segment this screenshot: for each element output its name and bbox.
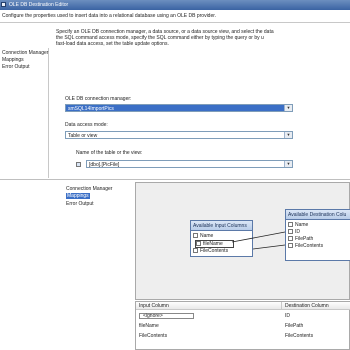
chevron-down-icon[interactable]: ▼ [284, 105, 292, 111]
table-cell: ID [285, 313, 290, 319]
screenshot-separator [0, 179, 350, 180]
access-mode-label: Data access mode: [65, 122, 108, 128]
instructions: Specify an OLE DB connection manager, a … [56, 29, 348, 47]
nav-pane: Connection Manager Mappings Error Output [0, 48, 49, 178]
table-name-label: Name of the table or the view: [76, 150, 143, 156]
mapping-line [252, 244, 286, 250]
table-cell[interactable]: <ignore> [139, 313, 194, 319]
table-cell: FileContents [285, 333, 314, 339]
nav-item-error-output[interactable]: Error Output [66, 201, 94, 207]
table-cell[interactable]: FileContents [136, 333, 167, 339]
connection-manager-label: OLE DB connection manager: [65, 96, 132, 102]
access-mode-value: Table or view [68, 133, 98, 139]
mapping-line [231, 231, 286, 243]
dialog-description: Configure the properties used to insert … [2, 13, 217, 19]
table-cell[interactable]: fileName [136, 323, 159, 329]
nav-item-mappings[interactable]: Mappings [66, 193, 90, 199]
mapping-canvas[interactable]: Available Input Columns Name fileName Fi… [135, 182, 350, 300]
nav-item-label: Mappings [66, 193, 90, 199]
access-mode-dropdown[interactable]: Table or view ▼ [65, 131, 293, 139]
mapping-grid[interactable]: Input Column Destination Column <ignore>… [135, 301, 350, 350]
title-bar: OLE DB Destination Editor [0, 0, 350, 10]
nav-pane-mappings: Connection Manager Mappings Error Output [64, 183, 134, 293]
chevron-down-icon[interactable]: ▼ [284, 161, 292, 167]
column-header-input[interactable]: Input Column [136, 302, 281, 310]
table-name-value: [dbo].[PicFile] [89, 162, 120, 168]
table-cell: FilePath [285, 323, 304, 329]
header-divider [0, 22, 350, 23]
window-title: OLE DB Destination Editor [9, 2, 69, 8]
table-name-dropdown[interactable]: [dbo].[PicFile] ▼ [86, 160, 293, 168]
column-header-destination[interactable]: Destination Column [281, 302, 350, 310]
nav-item-connection-manager[interactable]: Connection Manager [2, 50, 48, 56]
connection-manager-value: smSQL14ImportPics [68, 106, 114, 112]
instruction-line: fast-load data access, set the table upd… [56, 41, 169, 47]
nav-item-mappings[interactable]: Mappings [2, 57, 24, 63]
table-icon [76, 162, 81, 167]
mapping-lines [231, 231, 286, 250]
window-icon [1, 2, 6, 7]
nav-item-error-output[interactable]: Error Output [2, 64, 30, 70]
nav-item-connection-manager[interactable]: Connection Manager [66, 186, 112, 192]
chevron-down-icon[interactable]: ▼ [284, 132, 292, 138]
connection-manager-dropdown[interactable]: smSQL14ImportPics ▼ [65, 104, 293, 112]
